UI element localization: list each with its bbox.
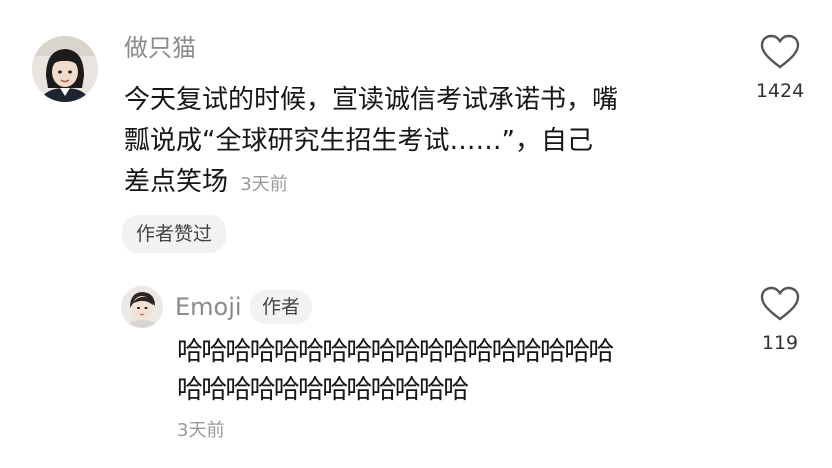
comment-text-line: 瓢说成“全球研究生招生考试……”，自己: [124, 126, 593, 156]
reply-avatar[interactable]: [121, 286, 163, 328]
reply-time: 3天前: [177, 420, 225, 441]
commenter-avatar-image: [32, 36, 98, 102]
reply-body: 哈哈哈哈哈哈哈哈哈哈哈哈哈哈哈哈哈哈 哈哈哈哈哈哈哈哈哈哈哈哈: [177, 333, 722, 409]
author-badge: 作者: [250, 290, 313, 324]
reply-like-button[interactable]: 119: [750, 286, 810, 366]
commenter-name[interactable]: 做只猫: [124, 33, 196, 63]
commenter-avatar[interactable]: [32, 36, 98, 102]
reply-text-line: 哈哈哈哈哈哈哈哈哈哈哈哈哈哈哈哈哈哈: [177, 337, 614, 367]
author-liked-badge: 作者赞过: [122, 215, 227, 253]
reply-username[interactable]: Emoji: [175, 292, 242, 322]
comment-time: 3天前: [240, 174, 288, 195]
heart-outline-icon: [760, 286, 800, 321]
heart-outline-icon: [760, 34, 800, 69]
reply-avatar-image: [121, 286, 163, 328]
comment-text-line: 差点笑场 3天前: [124, 162, 714, 205]
reply-like-count: 119: [761, 332, 799, 354]
comment-like-count: 1424: [755, 80, 805, 102]
comment-like-button[interactable]: 1424: [750, 34, 810, 114]
comment-text-end: 差点笑场: [124, 167, 229, 197]
comment-body: 今天复试的时候，宣读诚信考试承诺书，嘴 瓢说成“全球研究生招生考试……”，自己 …: [124, 80, 714, 205]
comment-thread: { "comment": { "username": "做只猫", "text_…: [0, 0, 832, 468]
reply-text-line: 哈哈哈哈哈哈哈哈哈哈哈哈: [177, 375, 469, 405]
comment-text-line: 今天复试的时候，宣读诚信考试承诺书，嘴: [124, 85, 619, 115]
